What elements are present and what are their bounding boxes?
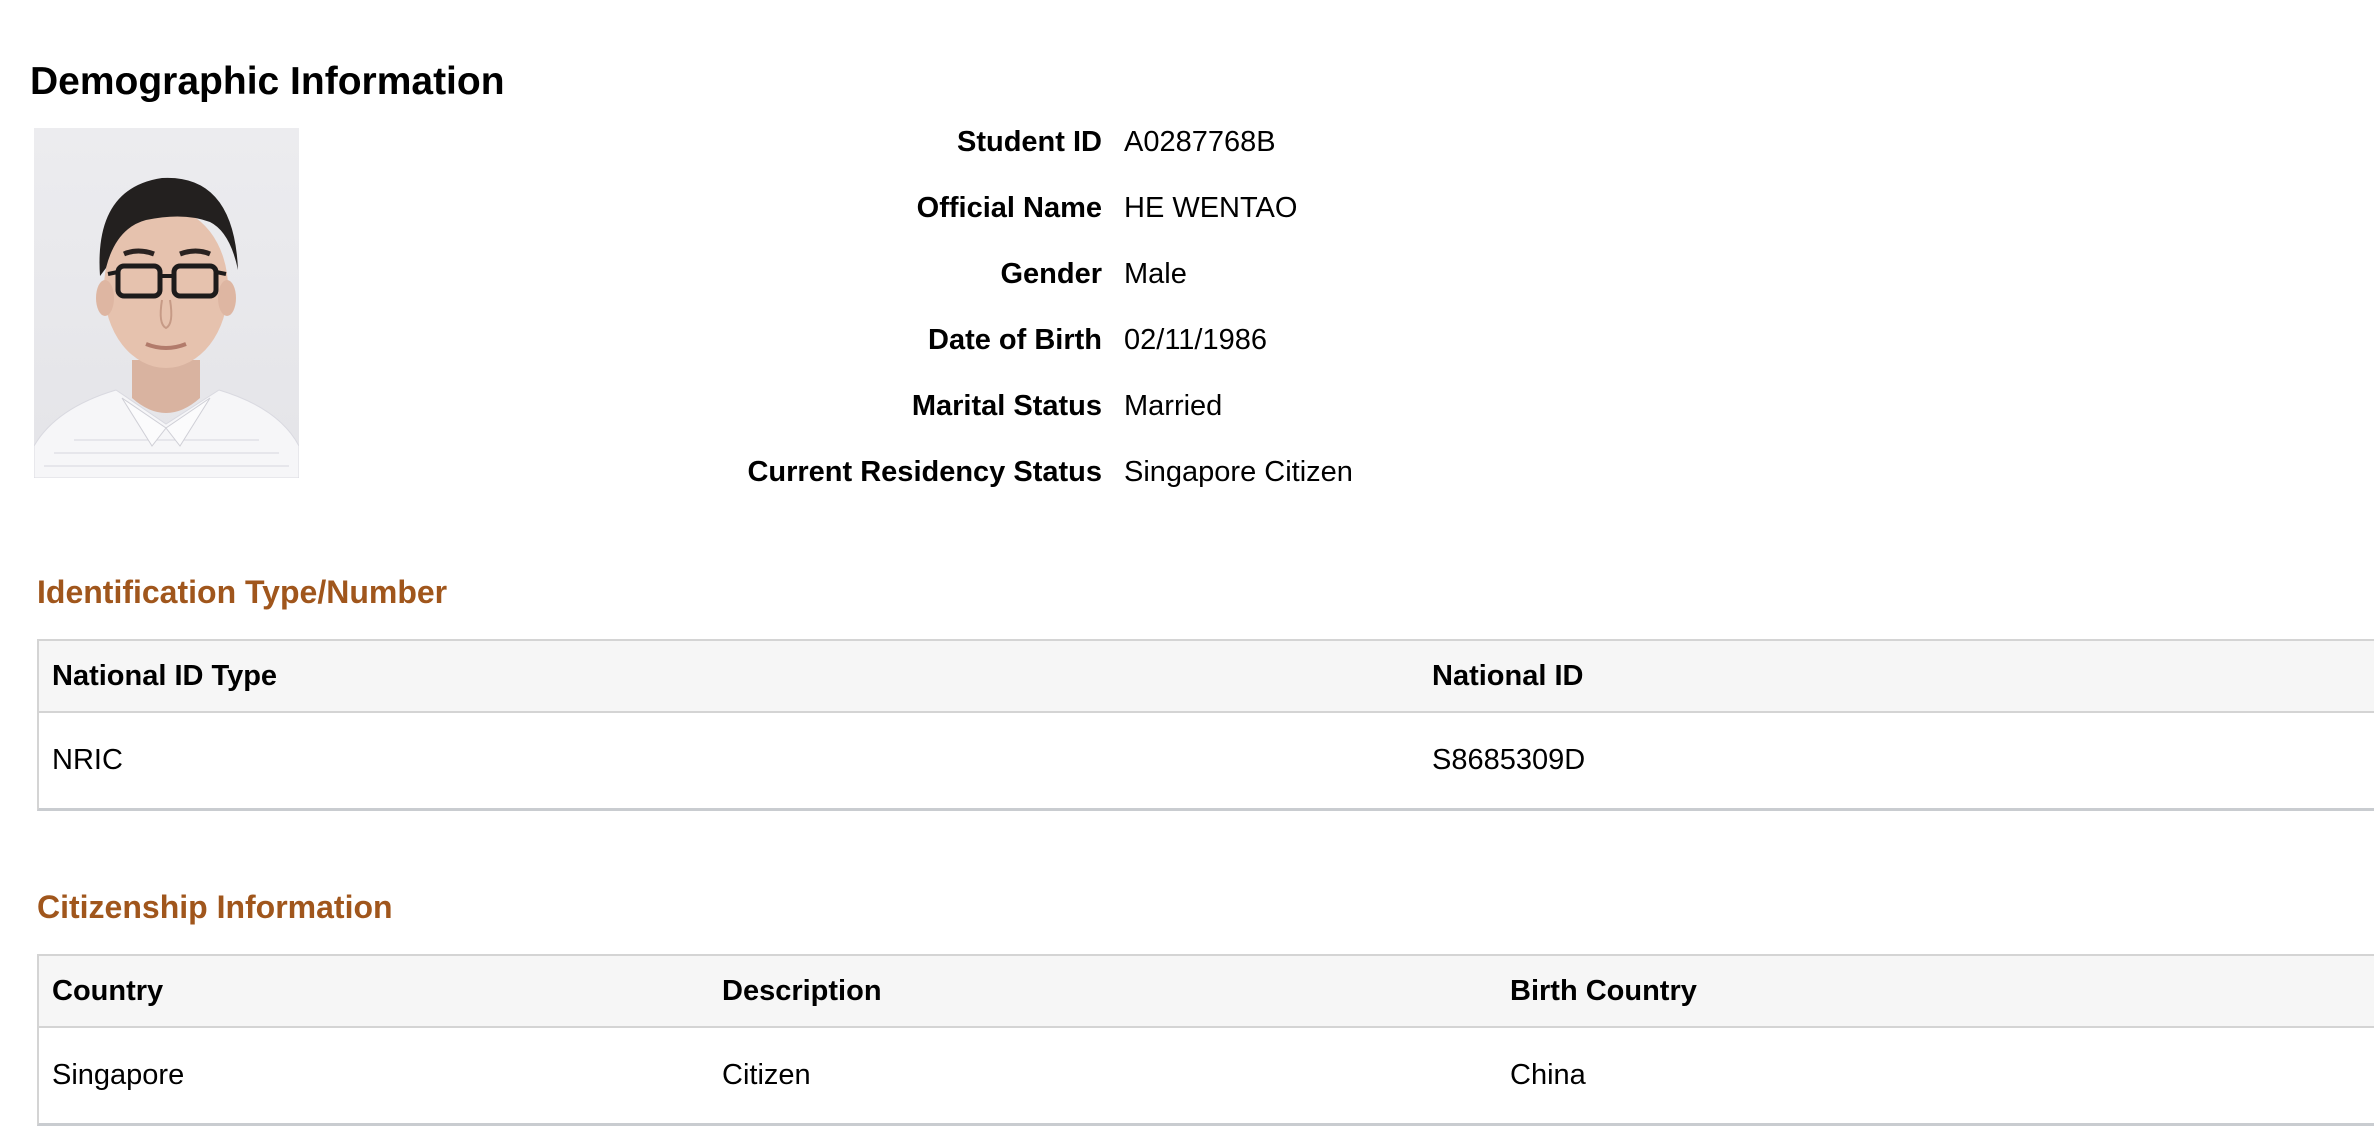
page-title: Demographic Information — [30, 60, 505, 103]
student-photo-illustration — [34, 177, 299, 478]
marital-status-value: Married — [1124, 390, 1223, 422]
column-header-country: Country — [52, 974, 164, 1007]
residency-status-label: Current Residency Status — [747, 456, 1102, 488]
column-header-birth-country: Birth Country — [1510, 974, 1697, 1007]
student-id-label: Student ID — [957, 126, 1102, 158]
marital-status-label: Marital Status — [911, 390, 1102, 422]
column-header-national-id-type: National ID Type — [52, 659, 278, 692]
identification-grid: National ID Type National ID NRIC S86853… — [37, 639, 2374, 811]
gender-value: Male — [1124, 258, 1187, 290]
official-name-value: HE WENTAO — [1124, 192, 1298, 224]
national-id-cell: S8685309D — [1432, 744, 1586, 776]
date-of-birth-value: 02/11/1986 — [1124, 324, 1267, 356]
residency-status-value: Singapore Citizen — [1124, 456, 1353, 488]
national-id-type-cell: NRIC — [52, 744, 123, 776]
table-row: Singapore Citizen China — [39, 1028, 2374, 1123]
citizenship-grid: Country Description Birth Country Singap… — [37, 954, 2374, 1126]
column-header-description: Description — [722, 974, 882, 1007]
official-name-label: Official Name — [916, 192, 1102, 224]
demographics-values: A0287768B HE WENTAO Male 02/11/1986 Marr… — [1124, 124, 1353, 520]
identification-grid-header: National ID Type National ID — [39, 641, 2374, 713]
date-of-birth-label: Date of Birth — [928, 324, 1102, 356]
student-id-value: A0287768B — [1124, 126, 1276, 158]
table-row: NRIC S8685309D — [39, 713, 2374, 808]
identification-section-title: Identification Type/Number — [37, 574, 448, 610]
demographics-labels: Student ID Official Name Gender Date of … — [747, 124, 1102, 520]
gender-label: Gender — [1000, 258, 1102, 290]
citizenship-section-title: Citizenship Information — [37, 889, 393, 925]
description-cell: Citizen — [722, 1059, 811, 1091]
student-photo — [34, 128, 299, 478]
citizenship-grid-header: Country Description Birth Country — [39, 956, 2374, 1028]
country-cell: Singapore — [52, 1059, 185, 1091]
column-header-national-id: National ID — [1432, 659, 1584, 692]
birth-country-cell: China — [1510, 1059, 1586, 1091]
